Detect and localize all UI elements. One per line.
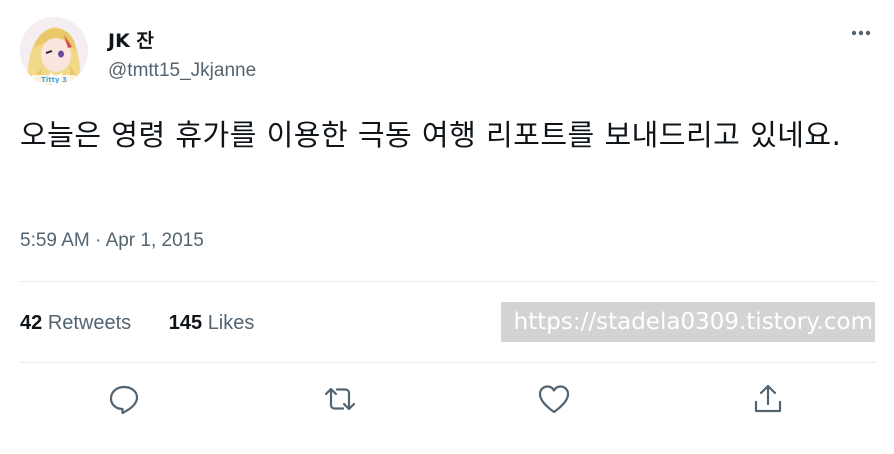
avatar-logo-text: Titty 3	[41, 76, 67, 84]
likes-count: 145	[168, 312, 203, 334]
likes-stat[interactable]: 145 Likes	[169, 312, 255, 335]
retweet-icon	[324, 387, 356, 411]
watermark-url: https://stadela0309.tistory.com	[501, 302, 875, 342]
avatar-image: Titty 3	[20, 17, 88, 85]
tweet-stats: 42 Retweets 145 Likes	[20, 312, 254, 335]
display-name[interactable]: JK 잔	[108, 26, 154, 53]
tweet-text: 오늘은 영령 휴가를 이용한 극동 여행 리포트를 보내드리고 있네요.	[20, 118, 842, 152]
more-horizontal-icon	[851, 30, 871, 36]
likes-label: Likes	[207, 312, 255, 334]
like-button[interactable]	[536, 381, 572, 417]
heart-icon	[538, 385, 570, 414]
more-options-button[interactable]	[846, 22, 876, 44]
retweets-stat[interactable]: 42 Retweets	[20, 312, 131, 335]
tweet-date[interactable]: Apr 1, 2015	[106, 230, 204, 251]
avatar[interactable]: Titty 3	[20, 17, 88, 85]
reply-icon	[109, 385, 139, 415]
retweet-button[interactable]	[322, 381, 358, 417]
retweets-label: Retweets	[47, 312, 132, 334]
divider-bottom	[20, 362, 876, 363]
retweets-count: 42	[20, 312, 43, 334]
share-icon	[754, 384, 782, 413]
tweet-time[interactable]: 5:59 AM	[20, 230, 90, 251]
tweet-timestamp[interactable]: 5:59 AM · Apr 1, 2015	[20, 230, 204, 252]
user-handle[interactable]: @tmtt15_Jkjanne	[108, 60, 256, 82]
reply-button[interactable]	[106, 381, 142, 417]
divider-top	[20, 281, 876, 282]
tweet-card: Titty 3 JK 잔 @tmtt15_Jkjanne 오늘은 영령 휴가를 …	[0, 0, 894, 454]
timestamp-separator: ·	[95, 230, 102, 251]
share-button[interactable]	[750, 381, 786, 417]
